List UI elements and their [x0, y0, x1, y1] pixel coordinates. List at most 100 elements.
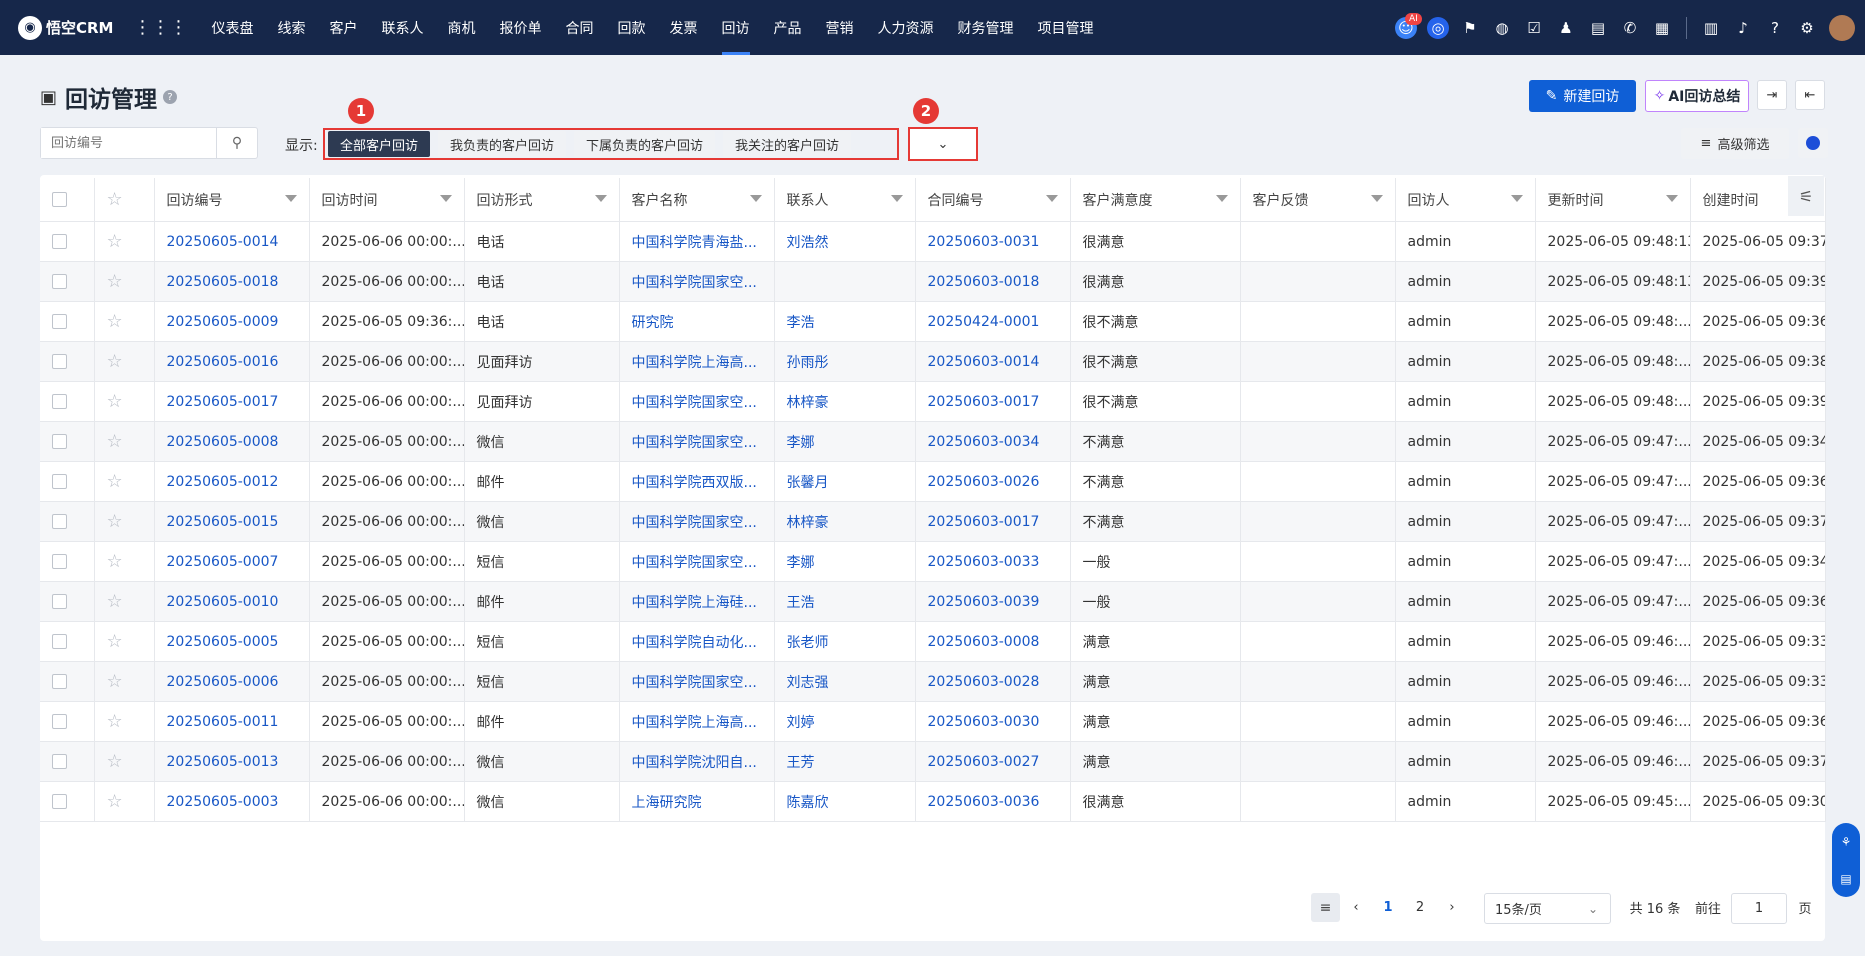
column-header-3[interactable]: 客户名称: [619, 178, 775, 222]
table-row[interactable]: ☆ 20250605-0003 2025-06-06 00:00:... 微信 上海研究…: [40, 781, 1826, 822]
table-cell[interactable]: 林梓豪: [774, 501, 916, 542]
star-icon[interactable]: ☆: [107, 791, 123, 812]
export-button[interactable]: ⇤: [1795, 80, 1825, 110]
table-row[interactable]: ☆ 20250605-0017 2025-06-06 00:00:... 见面拜访 中国…: [40, 381, 1826, 422]
search-input[interactable]: [41, 128, 216, 158]
nav-item-2[interactable]: 客户: [318, 0, 370, 55]
gear-icon[interactable]: ⚙: [1791, 12, 1823, 44]
prev-page-icon[interactable]: ‹: [1346, 893, 1366, 922]
column-filter-icon[interactable]: [749, 195, 762, 202]
scope-filter-option-2[interactable]: 下属负责的客户回访: [574, 131, 716, 157]
table-cell[interactable]: 20250603-0026: [915, 461, 1071, 502]
phone-icon[interactable]: ✆: [1614, 12, 1646, 44]
nav-item-8[interactable]: 发票: [658, 0, 710, 55]
table-row[interactable]: ☆ 20250605-0010 2025-06-05 00:00:... 邮件 中国科学…: [40, 581, 1826, 622]
nav-item-5[interactable]: 报价单: [488, 0, 554, 55]
column-filter-icon[interactable]: [1665, 195, 1678, 202]
table-cell[interactable]: 中国科学院沈阳自...: [619, 741, 775, 782]
table-cell[interactable]: 20250603-0018: [915, 261, 1071, 302]
new-visit-button[interactable]: ✎ 新建回访: [1529, 80, 1636, 112]
row-checkbox[interactable]: [52, 794, 67, 809]
table-row[interactable]: ☆ 20250605-0013 2025-06-06 00:00:... 微信 中国科学…: [40, 741, 1826, 782]
nav-item-1[interactable]: 线索: [266, 0, 318, 55]
table-row[interactable]: ☆ 20250605-0015 2025-06-06 00:00:... 微信 中国科学…: [40, 501, 1826, 542]
page-1[interactable]: 1: [1378, 893, 1398, 922]
column-header-7[interactable]: 客户反馈: [1240, 178, 1396, 222]
table-cell[interactable]: 20250603-0017: [915, 381, 1071, 422]
table-cell[interactable]: 20250603-0008: [915, 621, 1071, 662]
scope-filter-option-3[interactable]: 我关注的客户回访: [723, 131, 852, 157]
table-cell[interactable]: 20250603-0027: [915, 741, 1071, 782]
column-header-8[interactable]: 回访人: [1395, 178, 1536, 222]
table-cell[interactable]: 张老师: [774, 621, 916, 662]
row-checkbox[interactable]: [52, 274, 67, 289]
table-cell[interactable]: 孙雨彤: [774, 341, 916, 382]
row-checkbox[interactable]: [52, 594, 67, 609]
row-checkbox[interactable]: [52, 474, 67, 489]
column-settings-button[interactable]: ⚟: [1788, 176, 1824, 216]
table-cell[interactable]: 20250605-0011: [154, 701, 310, 742]
column-header-9[interactable]: 更新时间: [1535, 178, 1691, 222]
search-icon[interactable]: ⚲: [216, 128, 257, 158]
table-cell[interactable]: 陈嘉欣: [774, 781, 916, 822]
table-cell[interactable]: 王芳: [774, 741, 916, 782]
table-cell[interactable]: 20250603-0034: [915, 421, 1071, 462]
table-cell[interactable]: 20250605-0012: [154, 461, 310, 502]
row-checkbox[interactable]: [52, 394, 67, 409]
scope-filter-option-1[interactable]: 我负责的客户回访: [438, 131, 567, 157]
row-checkbox[interactable]: [52, 554, 67, 569]
table-cell[interactable]: 研究院: [619, 301, 775, 342]
help-icon[interactable]: ?: [1759, 12, 1791, 44]
star-icon[interactable]: ☆: [107, 471, 123, 492]
chart-view-button[interactable]: [1798, 128, 1828, 158]
table-cell[interactable]: 20250603-0031: [915, 221, 1071, 262]
star-icon[interactable]: ☆: [107, 431, 123, 452]
column-header-2[interactable]: 回访形式: [464, 178, 620, 222]
table-cell[interactable]: 中国科学院国家空...: [619, 541, 775, 582]
table-cell[interactable]: 张馨月: [774, 461, 916, 502]
column-header-6[interactable]: 客户满意度: [1070, 178, 1241, 222]
table-cell[interactable]: 中国科学院西双版...: [619, 461, 775, 502]
table-cell[interactable]: 林梓豪: [774, 381, 916, 422]
table-cell[interactable]: 中国科学院国家空...: [619, 381, 775, 422]
nav-item-4[interactable]: 商机: [436, 0, 488, 55]
chat-icon[interactable]: ◎: [1427, 16, 1449, 39]
table-cell[interactable]: 20250605-0017: [154, 381, 310, 422]
table-row[interactable]: ☆ 20250605-0014 2025-06-06 00:00:... 电话 中国科学…: [40, 221, 1826, 262]
table-cell[interactable]: 20250605-0018: [154, 261, 310, 302]
table-cell[interactable]: 刘志强: [774, 661, 916, 702]
row-checkbox[interactable]: [52, 714, 67, 729]
table-cell[interactable]: 20250603-0030: [915, 701, 1071, 742]
table-row[interactable]: ☆ 20250605-0011 2025-06-05 00:00:... 邮件 中国科学…: [40, 701, 1826, 742]
table-cell[interactable]: 20250605-0005: [154, 621, 310, 662]
nav-item-7[interactable]: 回款: [606, 0, 658, 55]
table-cell[interactable]: 上海研究院: [619, 781, 775, 822]
table-cell[interactable]: 20250605-0003: [154, 781, 310, 822]
column-filter-icon[interactable]: [1510, 195, 1523, 202]
nav-item-9[interactable]: 回访: [710, 0, 762, 55]
column-header-0[interactable]: 回访编号: [154, 178, 310, 222]
table-cell[interactable]: 王浩: [774, 581, 916, 622]
table-cell[interactable]: 中国科学院青海盐...: [619, 221, 775, 262]
page-size-select[interactable]: 15条/页 ⌄: [1484, 893, 1611, 924]
table-cell[interactable]: 刘婷: [774, 701, 916, 742]
table-row[interactable]: ☆ 20250605-0005 2025-06-05 00:00:... 短信 中国科学…: [40, 621, 1826, 662]
nav-item-14[interactable]: 项目管理: [1026, 0, 1106, 55]
checklist-icon[interactable]: ☑: [1518, 12, 1550, 44]
star-icon[interactable]: ☆: [107, 591, 123, 612]
row-checkbox[interactable]: [52, 234, 67, 249]
row-checkbox[interactable]: [52, 634, 67, 649]
table-cell[interactable]: 20250424-0001: [915, 301, 1071, 342]
table-cell[interactable]: 20250605-0006: [154, 661, 310, 702]
app-logo[interactable]: ◉ 悟空CRM: [18, 15, 114, 40]
row-checkbox[interactable]: [52, 314, 67, 329]
table-cell[interactable]: 中国科学院国家空...: [619, 261, 775, 302]
help-icon[interactable]: ?: [163, 90, 178, 104]
row-checkbox[interactable]: [52, 754, 67, 769]
star-icon[interactable]: ☆: [107, 271, 123, 292]
table-cell[interactable]: 中国科学院自动化...: [619, 621, 775, 662]
nav-item-6[interactable]: 合同: [554, 0, 606, 55]
column-filter-icon[interactable]: [1370, 195, 1383, 202]
scope-dropdown-button[interactable]: ⌄: [908, 127, 978, 161]
pagination-menu-icon[interactable]: ≡: [1311, 893, 1340, 922]
